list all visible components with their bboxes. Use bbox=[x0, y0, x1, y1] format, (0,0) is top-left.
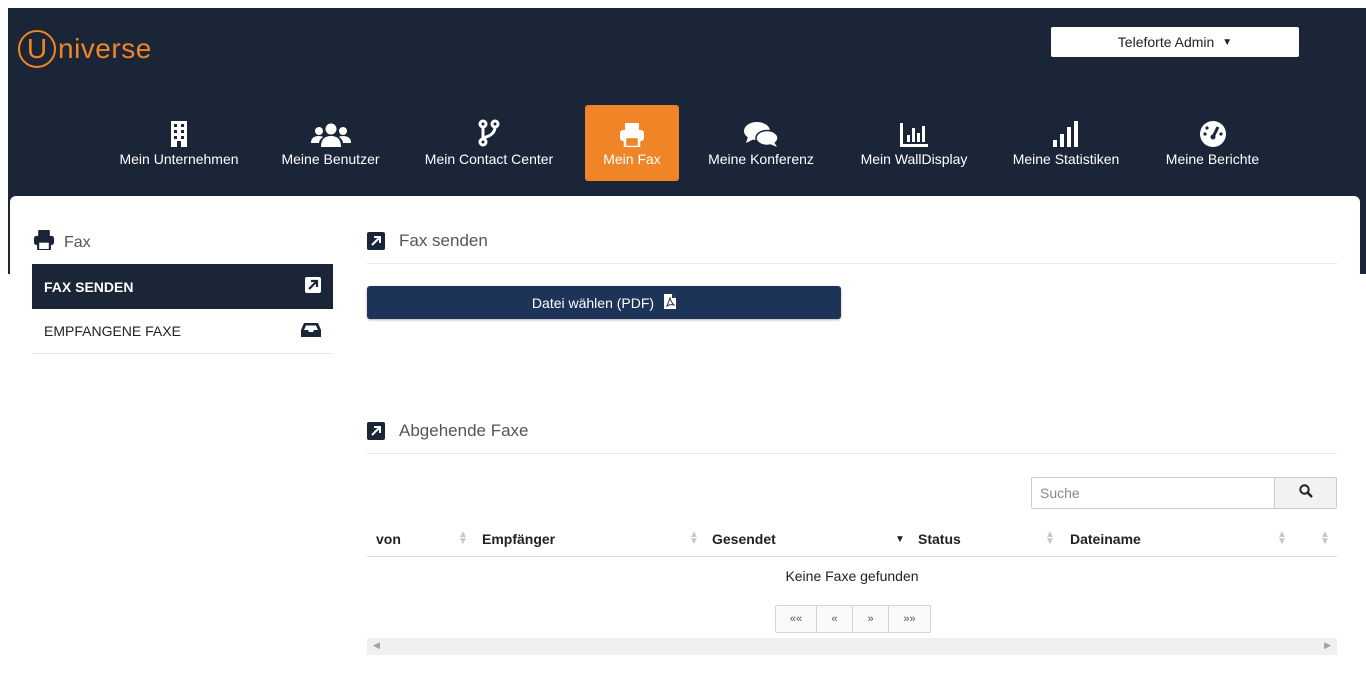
main-nav: Mein Unternehmen Meine Benutzer Mein Con… bbox=[8, 105, 1366, 181]
search-input[interactable] bbox=[1031, 477, 1274, 509]
column-header-dateiname[interactable]: Dateiname bbox=[1070, 521, 1141, 556]
horizontal-scrollbar[interactable]: ◀ ▶ bbox=[367, 638, 1337, 655]
dashboard-icon bbox=[1199, 119, 1227, 147]
external-link-icon bbox=[305, 277, 321, 296]
sidebar-item-fax-senden[interactable]: FAX SENDEN bbox=[32, 264, 333, 309]
file-pdf-icon bbox=[664, 293, 677, 312]
column-header-empfaenger[interactable]: Empfänger bbox=[482, 521, 555, 556]
search-button[interactable] bbox=[1274, 477, 1337, 509]
sort-desc-icon: ▼ bbox=[895, 534, 905, 545]
users-icon bbox=[310, 119, 351, 147]
inbox-icon bbox=[301, 322, 321, 340]
nav-item-mein-contact-center[interactable]: Mein Contact Center bbox=[408, 105, 570, 181]
sort-icon: ▲ ▼ bbox=[1320, 529, 1330, 547]
sort-icon: ▲ ▼ bbox=[1045, 529, 1055, 547]
pagination: «« « » »» bbox=[775, 605, 931, 633]
scroll-right-icon[interactable]: ▶ bbox=[1324, 640, 1331, 651]
sidebar-title-label: Fax bbox=[64, 233, 91, 251]
column-header-von[interactable]: von bbox=[376, 521, 401, 556]
sidebar-title: Fax bbox=[34, 230, 91, 255]
sidebar-item-label: FAX SENDEN bbox=[44, 278, 134, 295]
scroll-left-icon[interactable]: ◀ bbox=[373, 640, 380, 651]
nav-item-meine-benutzer[interactable]: Meine Benutzer bbox=[268, 105, 393, 181]
table-header: von ▲ ▼ Empfänger ▲ ▼ Gesendet ▼ Status ▲ ▼… bbox=[367, 521, 1337, 557]
content-panel: Fax FAX SENDEN EMPFANGENE FAXE Fax sende… bbox=[10, 196, 1360, 676]
caret-down-icon: ▼ bbox=[1222, 36, 1233, 48]
logo-text: niverse bbox=[58, 33, 152, 64]
universe-logo[interactable]: U niverse bbox=[18, 30, 152, 68]
upload-button-label: Datei wählen (PDF) bbox=[531, 294, 655, 311]
external-link-icon bbox=[367, 422, 385, 440]
external-link-icon bbox=[367, 232, 385, 250]
nav-item-meine-konferenz[interactable]: Meine Konferenz bbox=[696, 105, 826, 181]
logo-letter: U bbox=[18, 30, 56, 68]
nav-label: Mein Fax bbox=[603, 151, 661, 167]
choose-file-pdf-button[interactable]: Datei wählen (PDF) bbox=[367, 286, 841, 319]
nav-label: Meine Berichte bbox=[1165, 151, 1260, 167]
nav-item-mein-unternehmen[interactable]: Mein Unternehmen bbox=[104, 105, 254, 181]
printer-icon bbox=[620, 119, 644, 147]
section-fax-senden: Fax senden bbox=[367, 231, 1337, 264]
empty-table-message: Keine Faxe gefunden bbox=[785, 568, 919, 584]
section-title: Fax senden bbox=[399, 231, 488, 250]
printer-icon bbox=[34, 230, 54, 255]
sort-icon: ▲ ▼ bbox=[458, 529, 468, 547]
nav-item-mein-walldisplay[interactable]: Mein WallDisplay bbox=[846, 105, 982, 181]
nav-item-meine-statistiken[interactable]: Meine Statistiken bbox=[1000, 105, 1132, 181]
first-page-button[interactable]: «« bbox=[775, 605, 817, 633]
sidebar-item-label: EMPFANGENE FAXE bbox=[44, 323, 181, 339]
nav-label: Mein Unternehmen bbox=[119, 151, 239, 167]
next-page-button[interactable]: » bbox=[853, 605, 889, 633]
nav-label: Meine Statistiken bbox=[1012, 151, 1120, 167]
nav-item-mein-fax[interactable]: Mein Fax bbox=[585, 105, 679, 181]
nav-label: Meine Konferenz bbox=[708, 151, 814, 167]
column-header-status[interactable]: Status bbox=[918, 521, 961, 556]
user-menu-label: Teleforte Admin bbox=[1117, 34, 1215, 50]
search-group bbox=[1031, 477, 1337, 509]
branch-icon bbox=[478, 119, 500, 147]
building-icon bbox=[170, 119, 188, 147]
nav-item-meine-berichte[interactable]: Meine Berichte bbox=[1150, 105, 1275, 181]
search-icon bbox=[1298, 483, 1313, 503]
sidebar-item-empfangene-faxe[interactable]: EMPFANGENE FAXE bbox=[32, 309, 333, 354]
signal-bars-icon bbox=[1053, 119, 1079, 147]
user-menu-dropdown[interactable]: Teleforte Admin ▼ bbox=[1051, 27, 1299, 57]
sort-icon: ▲ ▼ bbox=[689, 529, 699, 547]
sort-icon: ▲ ▼ bbox=[1277, 529, 1287, 547]
nav-label: Mein Contact Center bbox=[424, 151, 554, 167]
chat-bubbles-icon bbox=[744, 119, 778, 147]
column-header-gesendet[interactable]: Gesendet bbox=[712, 521, 776, 556]
bar-chart-icon bbox=[900, 119, 928, 147]
nav-label: Meine Benutzer bbox=[281, 151, 380, 167]
nav-label: Mein WallDisplay bbox=[860, 151, 968, 167]
previous-page-button[interactable]: « bbox=[817, 605, 853, 633]
last-page-button[interactable]: »» bbox=[889, 605, 931, 633]
section-title: Abgehende Faxe bbox=[399, 421, 529, 440]
section-abgehende-faxe: Abgehende Faxe bbox=[367, 421, 1337, 454]
